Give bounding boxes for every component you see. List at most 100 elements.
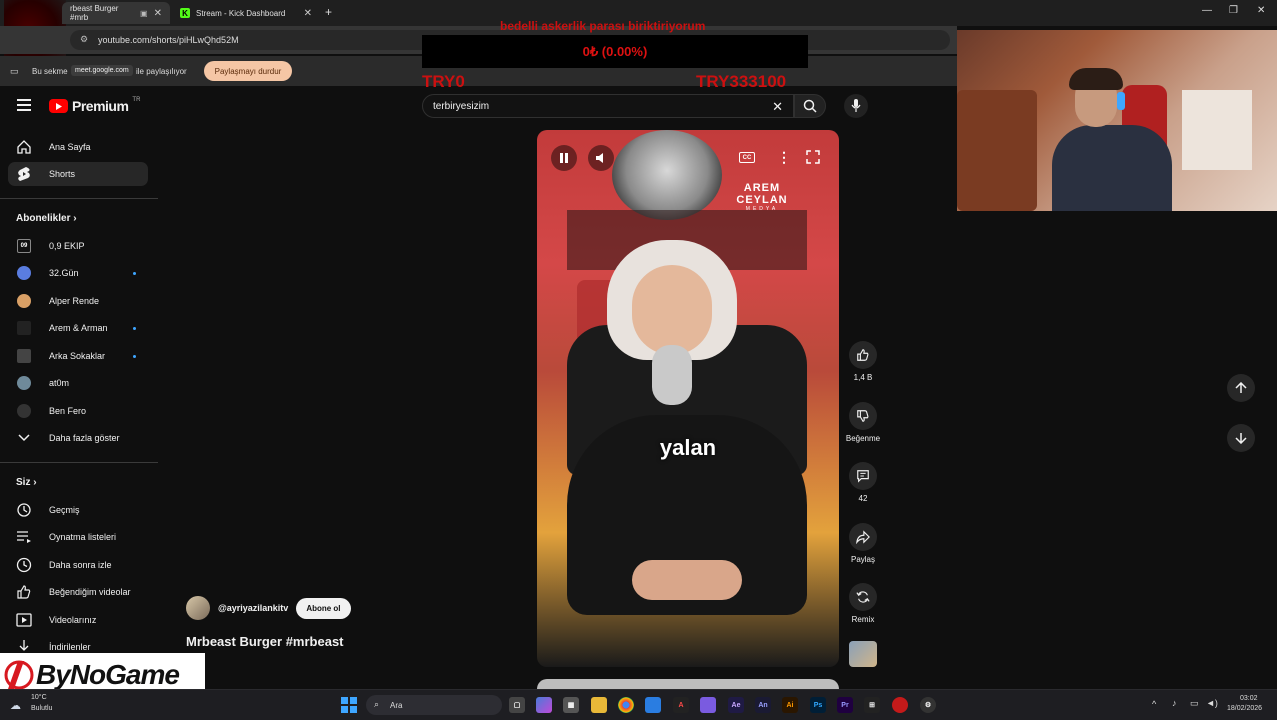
subscriptions-heading[interactable]: Abonelikler ›	[16, 213, 77, 224]
weather-widget[interactable]: ☁	[10, 696, 21, 714]
subscribe-button[interactable]: Abone ol	[296, 597, 351, 619]
bynogame-wordmark: ByNoGame	[36, 659, 180, 690]
voice-search-button[interactable]	[844, 94, 868, 118]
arrow-up-icon	[1235, 382, 1247, 393]
next-short-preview[interactable]	[537, 679, 839, 689]
edge-icon[interactable]	[645, 697, 661, 713]
like-count: 1,4 B	[853, 373, 873, 382]
clock-icon	[16, 557, 32, 573]
channel-avatar	[17, 349, 31, 363]
sidebar-sub-alper-rende[interactable]: Alper Rende	[8, 289, 148, 313]
sound-thumbnail[interactable]	[849, 641, 877, 667]
dislike-button[interactable]: Beğenme	[843, 402, 883, 443]
pause-button[interactable]	[551, 145, 577, 171]
file-explorer-icon[interactable]	[591, 697, 607, 713]
show-more-button[interactable]: Daha fazla göster	[8, 426, 148, 450]
more-options-icon[interactable]: ⋮	[777, 149, 791, 166]
taskbar-search-input[interactable]: ⌕ Ara	[366, 695, 502, 715]
search-input[interactable]: terbiryesizim ✕	[422, 94, 794, 118]
tab-title: Stream - Kick Dashboard	[196, 8, 286, 18]
app-icon-a[interactable]: A	[673, 697, 689, 713]
task-view-icon[interactable]: ▢	[509, 697, 525, 713]
sidebar-item-liked-videos[interactable]: Beğendiğim videolar	[8, 580, 148, 604]
donation-goal-start: TRY0	[422, 72, 465, 91]
youtube-logo[interactable]: Premium TR	[49, 97, 140, 114]
obs-icon[interactable]: ⊞	[864, 697, 880, 713]
sidebar-item-playlists[interactable]: Oynatma listeleri	[8, 525, 148, 549]
site-info-icon[interactable]: ⚙	[80, 34, 88, 45]
share-notice-suffix: ile paylaşılıyor	[136, 67, 187, 76]
sidebar-sub-0-9-ekip[interactable]: 09 0,9 EKIP	[8, 234, 148, 258]
menu-icon[interactable]	[17, 99, 31, 111]
sidebar-item-label: Ben Fero	[49, 406, 87, 416]
settings-icon[interactable]: ⚙	[920, 697, 936, 713]
sidebar-item-home[interactable]: Ana Sayfa	[8, 135, 148, 159]
share-domain: meet.google.com	[71, 65, 133, 76]
stop-sharing-button[interactable]: Paylaşmayı durdur	[204, 61, 292, 81]
sidebar-item-label: İndirilenler	[49, 642, 91, 652]
close-tab-icon[interactable]: ✕	[154, 8, 162, 19]
animate-icon[interactable]: An	[755, 697, 771, 713]
donation-goal-title: bedelli askerlik parası biriktiriyorum	[500, 19, 706, 33]
close-window-icon[interactable]: ✕	[1257, 5, 1265, 16]
sidebar-sub-arka-sokaklar[interactable]: Arka Sokaklar	[8, 344, 148, 368]
tab-youtube-short[interactable]: rbeast Burger #mrb ▣ ✕	[62, 2, 170, 24]
copilot-icon[interactable]	[536, 697, 552, 713]
chevron-up-icon[interactable]: ^	[1152, 699, 1156, 709]
chrome-icon[interactable]	[618, 697, 634, 713]
short-video-player[interactable]: CC ⋮ AREM CEYLAN MEDYA yalan	[537, 130, 839, 667]
windows-start-icon[interactable]	[341, 697, 357, 713]
new-tab-icon[interactable]: +	[325, 5, 332, 19]
network-icon[interactable]: ▭	[1190, 698, 1199, 709]
channel-avatar	[17, 294, 31, 308]
subscriptions-heading-label: Abonelikler	[16, 213, 71, 224]
sidebar-sub-ben-fero[interactable]: Ben Fero	[8, 399, 148, 423]
search-button[interactable]	[794, 94, 826, 118]
clock-date[interactable]: 18/02/2026	[1227, 705, 1262, 712]
sidebar-item-your-videos[interactable]: Videolarınız	[8, 608, 148, 632]
mic-icon[interactable]: ♪	[1172, 698, 1177, 708]
sidebar-item-label: Arem & Arman	[49, 323, 108, 333]
sidebar-item-label: Daha sonra izle	[49, 560, 112, 570]
captions-icon[interactable]: CC	[739, 152, 755, 163]
share-button[interactable]: Paylaş	[843, 523, 883, 564]
share-label: Paylaş	[850, 555, 875, 564]
like-button[interactable]: 1,4 B	[843, 341, 883, 382]
channel-avatar[interactable]	[186, 596, 210, 620]
kick-icon: K	[180, 8, 190, 18]
premiere-icon[interactable]: Pr	[837, 697, 853, 713]
webcam-headset	[1117, 92, 1125, 110]
channel-handle[interactable]: @ayriyazilankitv	[218, 603, 288, 613]
photoshop-icon[interactable]: Ps	[810, 697, 826, 713]
previous-short-button[interactable]	[1227, 374, 1255, 402]
recording-app-icon[interactable]	[892, 697, 908, 713]
clear-search-icon[interactable]: ✕	[772, 99, 783, 115]
after-effects-icon[interactable]: Ae	[728, 697, 744, 713]
person-hands	[632, 560, 742, 600]
sidebar-item-history[interactable]: Geçmiş	[8, 498, 148, 522]
close-tab-icon[interactable]: ✕	[304, 8, 312, 19]
comments-button[interactable]: 42	[843, 462, 883, 503]
tab-kick-dashboard[interactable]: K Stream - Kick Dashboard ✕	[172, 2, 320, 24]
sidebar-sub-32-gun[interactable]: 32.Gün	[8, 261, 148, 285]
speaker-icon[interactable]: ◄)	[1206, 698, 1218, 708]
taskbar-search-placeholder: Ara	[390, 700, 403, 710]
teams-icon[interactable]	[700, 697, 716, 713]
illustrator-icon[interactable]: Ai	[782, 697, 798, 713]
volume-button[interactable]	[588, 145, 614, 171]
store-icon[interactable]: ▦	[563, 697, 579, 713]
sidebar-item-shorts[interactable]: Shorts	[8, 162, 148, 186]
webcam-armchair	[957, 90, 1037, 211]
you-heading[interactable]: Siz ›	[16, 477, 37, 488]
minimize-icon[interactable]: —	[1202, 5, 1212, 16]
sidebar-sub-at0m[interactable]: at0m	[8, 371, 148, 395]
short-title[interactable]: Mrbeast Burger #mrbeast	[186, 634, 344, 649]
clock-time[interactable]: 03:02	[1240, 695, 1258, 702]
next-short-button[interactable]	[1227, 424, 1255, 452]
maximize-icon[interactable]: ❐	[1229, 5, 1238, 16]
fullscreen-icon[interactable]	[806, 150, 820, 169]
sidebar-item-watch-later[interactable]: Daha sonra izle	[8, 553, 148, 577]
sidebar-sub-arem-arman[interactable]: Arem & Arman	[8, 316, 148, 340]
home-icon	[17, 140, 31, 154]
remix-button[interactable]: Remix	[843, 583, 883, 624]
